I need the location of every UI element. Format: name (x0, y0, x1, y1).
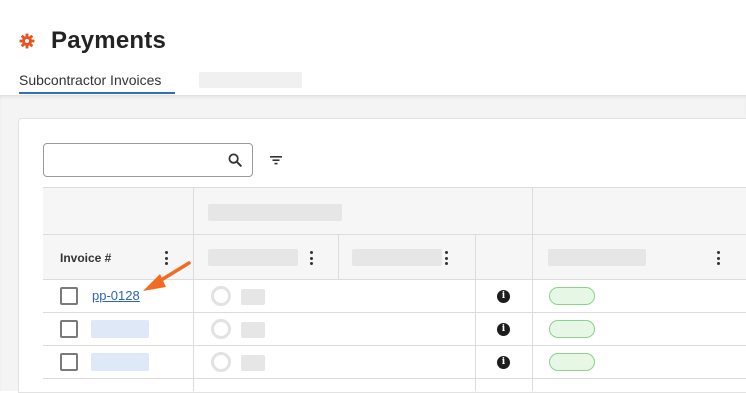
page-header: Payments Subcontractor Invoices (0, 0, 746, 95)
cell-placeholder (241, 289, 265, 305)
tab-placeholder[interactable] (199, 72, 302, 88)
gear-icon (19, 33, 35, 49)
status-badge (549, 353, 595, 371)
info-icon[interactable]: i (497, 323, 510, 336)
filter-icon[interactable] (269, 154, 283, 166)
table-row[interactable]: i (43, 313, 746, 346)
info-icon[interactable]: i (497, 356, 510, 369)
column-menu-icon[interactable] (309, 251, 313, 265)
group-header-placeholder (208, 204, 342, 221)
cell-placeholder (241, 322, 265, 338)
column-divider (532, 187, 533, 391)
column-header-placeholder (548, 249, 646, 266)
info-icon[interactable]: i (497, 290, 510, 303)
cell-placeholder (241, 355, 265, 371)
column-divider (193, 187, 194, 391)
search-icon[interactable] (228, 153, 242, 167)
column-menu-icon[interactable] (716, 251, 720, 265)
page-title: Payments (51, 27, 166, 54)
table-column-header: Invoice # (43, 235, 746, 280)
column-header-invoice: Invoice # (60, 251, 112, 265)
status-badge (549, 320, 595, 338)
table-row[interactable]: i (43, 346, 746, 379)
status-radio[interactable] (211, 352, 231, 372)
active-tab-indicator (19, 92, 175, 94)
invoice-link[interactable]: pp-0128 (92, 288, 140, 303)
row-checkbox[interactable] (60, 287, 78, 305)
table-row[interactable]: pp-0128 i (43, 280, 746, 313)
status-radio[interactable] (211, 319, 231, 339)
invoice-link-placeholder[interactable] (91, 353, 149, 371)
column-menu-icon[interactable] (164, 251, 168, 265)
search-input[interactable] (43, 143, 253, 177)
invoices-table: Invoice # pp-0128 i i i (43, 187, 746, 391)
column-header-placeholder (352, 249, 442, 266)
invoice-link-placeholder[interactable] (91, 320, 149, 338)
column-divider (338, 235, 339, 280)
status-radio[interactable] (211, 286, 231, 306)
tab-subcontractor-invoices[interactable]: Subcontractor Invoices (19, 72, 161, 88)
column-menu-icon[interactable] (444, 251, 448, 265)
status-badge (549, 287, 595, 305)
column-header-placeholder (208, 249, 298, 266)
row-checkbox[interactable] (60, 353, 78, 371)
row-checkbox[interactable] (60, 320, 78, 338)
column-divider (475, 235, 476, 391)
table-group-header (43, 187, 746, 235)
